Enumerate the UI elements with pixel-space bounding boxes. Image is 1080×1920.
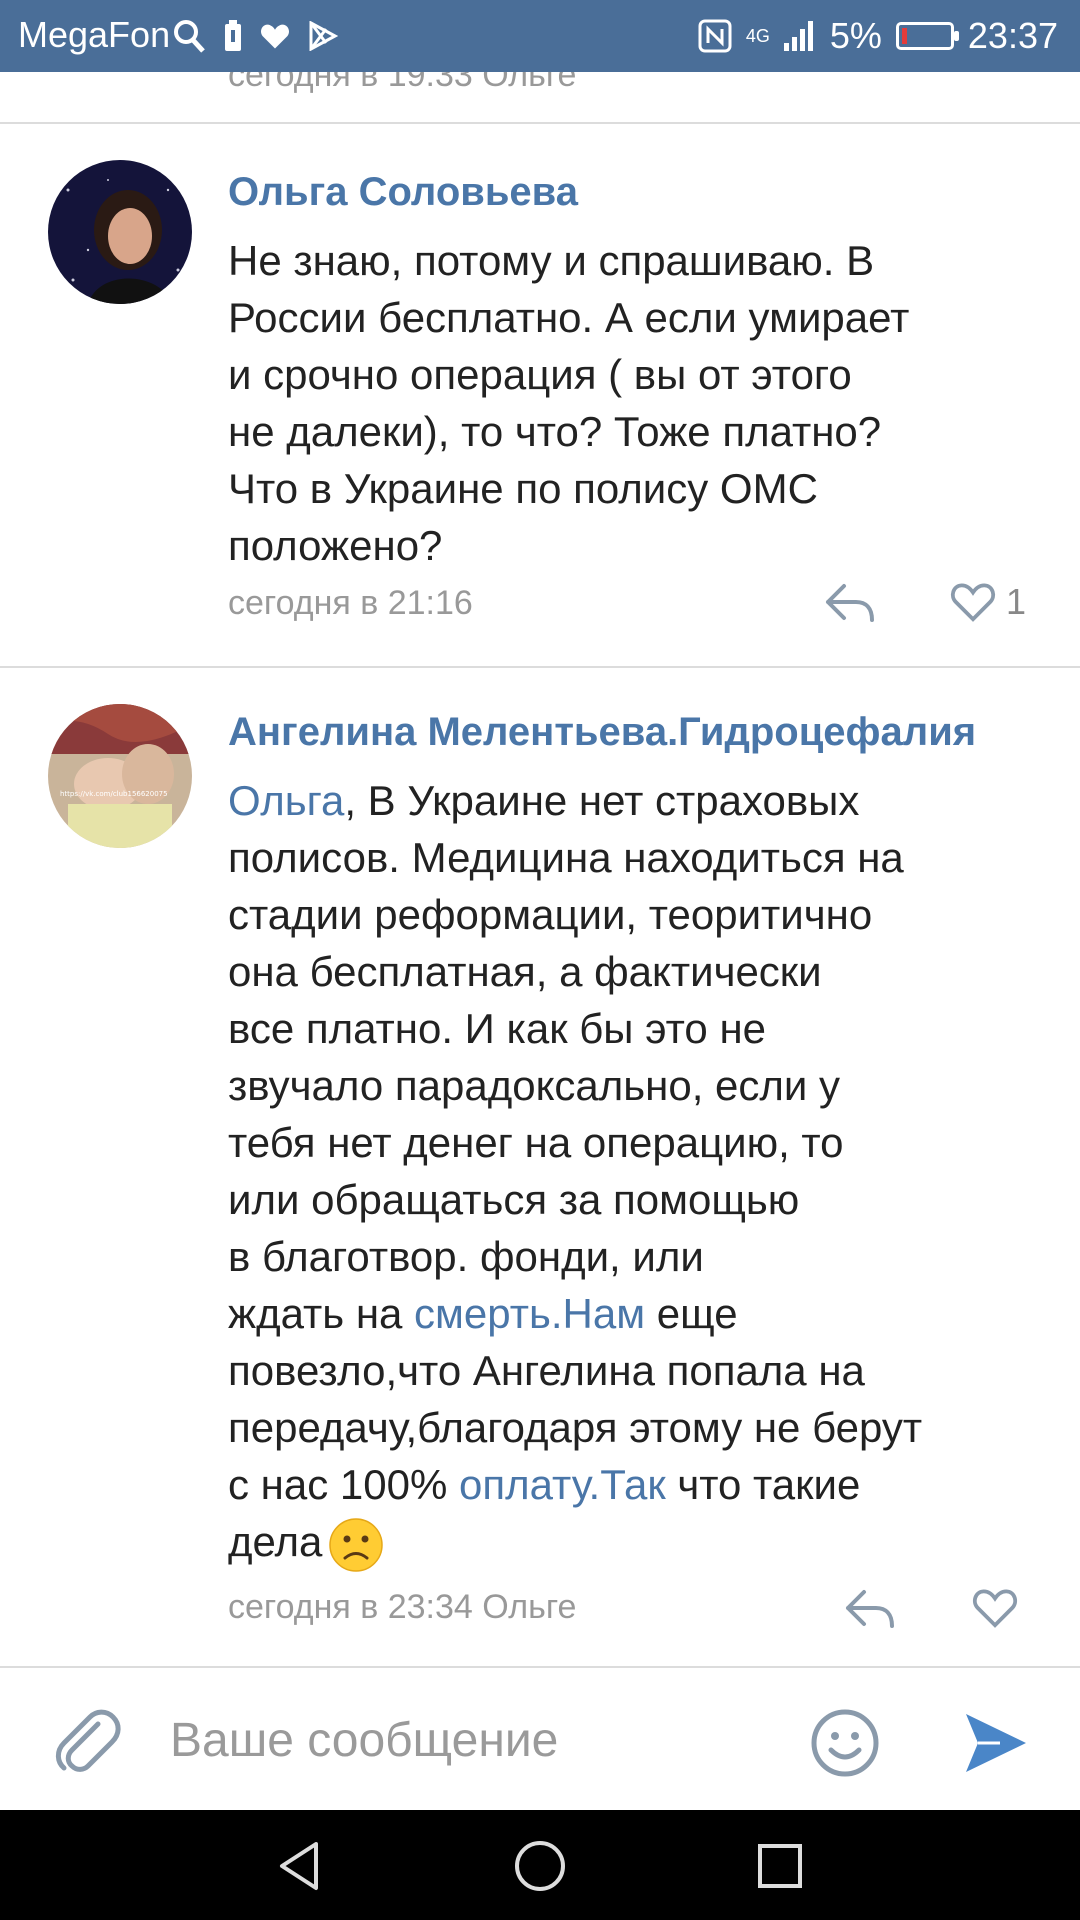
back-triangle-icon <box>280 1842 318 1890</box>
battery-percent: 5% <box>829 15 882 56</box>
comment-line: полисов. Медицина находиться на <box>228 834 904 881</box>
reply-icon <box>846 1590 894 1628</box>
comment-line: Не знаю, потому и спрашиваю. В <box>228 237 875 284</box>
reply-button[interactable] <box>822 578 878 626</box>
nav-recents-button[interactable] <box>752 1838 808 1894</box>
heart-status-icon <box>261 24 289 49</box>
reply-button[interactable] <box>842 1584 898 1632</box>
previous-comment-remnant: сегодня в 19:33 Ольге <box>0 72 1080 124</box>
attach-button[interactable] <box>50 1704 122 1776</box>
comment-line: положено? <box>228 522 443 569</box>
inline-link[interactable]: оплату.Так <box>459 1461 666 1508</box>
comment-line: в благотвор. фонди, или <box>228 1233 704 1280</box>
status-bar: MegaFon 4G 5% 23:37 <box>0 0 1080 72</box>
nfc-icon <box>698 19 732 53</box>
comment-line: ждать на <box>228 1290 415 1337</box>
comment-line: Что в Украине по полису ОМС <box>228 465 818 512</box>
system-nav-bar <box>0 1810 1080 1920</box>
previous-comment-meta: сегодня в 19:33 Ольге <box>228 72 577 94</box>
comment-line: она бесплатная, а фактически <box>228 948 822 995</box>
avatar[interactable]: https://vk.com/club156620075 <box>48 704 192 848</box>
battery-saver-icon <box>225 20 241 51</box>
nav-home-button[interactable] <box>512 1838 568 1894</box>
avatar[interactable] <box>48 160 192 304</box>
comment-timestamp: сегодня в 21:16 <box>228 584 473 622</box>
comment-author[interactable]: Ольга Соловьева <box>228 170 578 215</box>
comment-item: Ольга Соловьева Не знаю, потому и спраши… <box>0 124 1080 666</box>
comment-author[interactable]: Ангелина Мелентьева.Гидроцефалия <box>228 710 976 755</box>
like-count: 1 <box>1006 581 1027 622</box>
signal-icon <box>783 21 813 51</box>
play-store-icon <box>309 21 338 51</box>
comment-line: еще <box>645 1290 738 1337</box>
comment-timestamp: сегодня в 23:34 Ольге <box>228 1588 577 1626</box>
comment-text: Не знаю, потому и спрашиваю. В России бе… <box>228 232 1028 574</box>
send-button[interactable] <box>960 1708 1030 1778</box>
comment-line: тебя нет денег на операцию, то <box>228 1119 844 1166</box>
comment-line: стадии реформации, теоритично <box>228 891 873 938</box>
comment-line: что такие <box>665 1461 861 1508</box>
nav-back-button[interactable] <box>272 1838 328 1894</box>
comment-line: передачу,благодаря этому не берут <box>228 1404 923 1451</box>
inline-link[interactable]: смерть.Нам <box>414 1290 645 1337</box>
comment-line: России бесплатно. А если умирает <box>228 294 910 341</box>
comment-line: звучало парадоксально, если у <box>228 1062 841 1109</box>
comment-line: повезло,что Ангелина попала на <box>228 1347 865 1394</box>
comment-text: Ольга, В Украине нет страховых полисов. … <box>228 772 1028 1573</box>
comment-line: или обращаться за помощью <box>228 1176 800 1223</box>
clock: 23:37 <box>967 15 1058 56</box>
comment-line: не далеки), то что? Тоже платно? <box>228 408 882 455</box>
battery-icon <box>895 22 959 50</box>
paperclip-icon <box>55 1709 121 1772</box>
message-composer <box>0 1666 1080 1810</box>
mention-link[interactable]: Ольга <box>228 777 344 824</box>
sad-face-emoji-icon <box>329 1518 384 1572</box>
home-circle-icon <box>515 1841 565 1891</box>
message-input[interactable] <box>170 1696 790 1784</box>
heart-icon <box>950 583 996 622</box>
search-icon <box>174 20 205 53</box>
heart-icon <box>972 1589 1018 1628</box>
comment-line: все платно. И как бы это не <box>228 1005 767 1052</box>
comment-item: https://vk.com/club156620075 Ангелина Ме… <box>0 668 1080 1664</box>
recents-square-icon <box>758 1844 802 1888</box>
emoji-button[interactable] <box>810 1708 880 1778</box>
like-button[interactable] <box>972 1584 1018 1632</box>
comment-line: , В Украине нет страховых <box>344 777 860 824</box>
reply-icon <box>826 584 874 622</box>
smiley-icon <box>811 1709 879 1777</box>
carrier-name: MegaFon <box>18 14 171 55</box>
comment-line: и срочно операция ( вы от этого <box>228 351 852 398</box>
network-type: 4G <box>745 26 770 46</box>
comment-line: с нас 100% <box>228 1461 459 1508</box>
send-icon <box>966 1714 1026 1772</box>
comment-line: дела <box>228 1518 323 1565</box>
like-button[interactable]: 1 <box>950 578 1026 626</box>
avatar-watermark: https://vk.com/club156620075 <box>60 790 168 798</box>
